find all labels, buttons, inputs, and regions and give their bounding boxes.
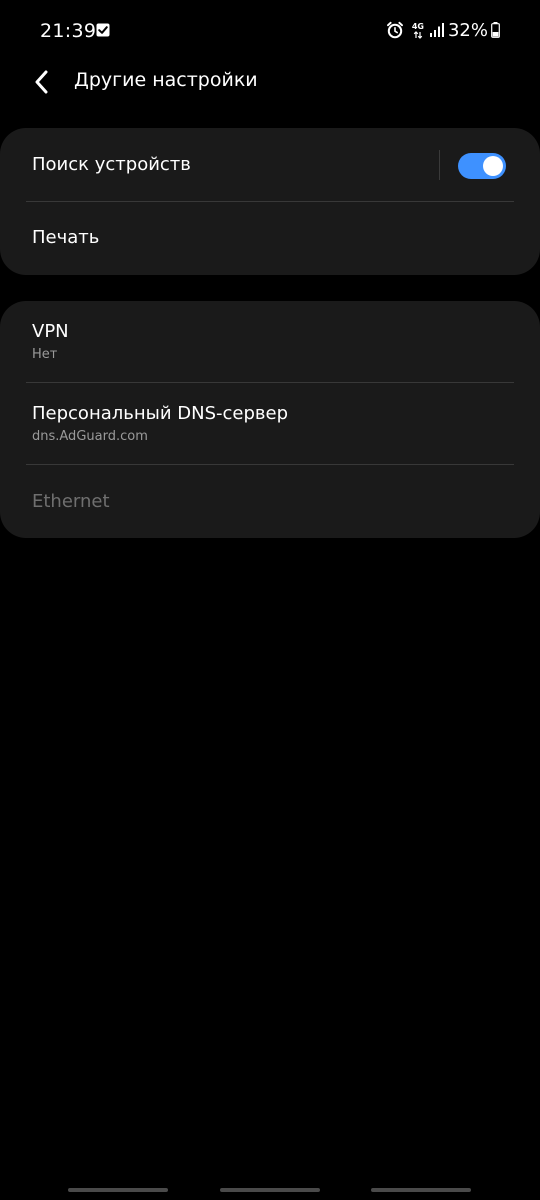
chevron-left-icon <box>35 70 48 94</box>
setting-printing[interactable]: Печать <box>0 202 540 275</box>
data-arrows-icon <box>413 30 423 39</box>
checkbox-notification-icon <box>96 23 110 37</box>
battery-icon <box>491 22 500 38</box>
status-bar: 21:39 4G 32% <box>0 0 540 60</box>
toggle-separator <box>439 150 440 180</box>
settings-group-connections: Поиск устройств Печать <box>0 128 540 275</box>
app-header: Другие настройки <box>0 56 540 108</box>
setting-device-search[interactable]: Поиск устройств <box>0 128 540 202</box>
setting-device-search-title: Поиск устройств <box>32 154 191 175</box>
signal-icon <box>429 23 444 37</box>
nav-recents-button[interactable] <box>68 1188 168 1192</box>
setting-ethernet-title: Ethernet <box>32 491 110 512</box>
setting-vpn[interactable]: VPN Нет <box>0 301 540 383</box>
navigation-bar <box>0 1180 540 1200</box>
device-search-toggle[interactable] <box>458 153 506 179</box>
alarm-icon <box>386 21 403 39</box>
network-type-label: 4G <box>411 21 424 31</box>
setting-private-dns[interactable]: Персональный DNS-сервер dns.AdGuard.com <box>0 383 540 465</box>
setting-vpn-title: VPN <box>32 321 69 342</box>
status-time: 21:39 <box>40 20 97 42</box>
back-button[interactable] <box>26 66 58 98</box>
settings-group-network: VPN Нет Персональный DNS-сервер dns.AdGu… <box>0 301 540 538</box>
toggle-knob <box>483 156 503 176</box>
network-type: 4G <box>412 22 424 39</box>
setting-private-dns-subtitle: dns.AdGuard.com <box>32 429 148 444</box>
setting-private-dns-title: Персональный DNS-сервер <box>32 403 289 424</box>
setting-printing-title: Печать <box>32 227 100 248</box>
nav-back-button[interactable] <box>371 1188 471 1192</box>
page-title: Другие настройки <box>74 69 258 91</box>
status-icons: 4G 32% <box>386 18 500 42</box>
nav-home-button[interactable] <box>220 1188 320 1192</box>
battery-level: 32% <box>447 19 488 41</box>
setting-ethernet: Ethernet <box>0 465 540 538</box>
setting-vpn-subtitle: Нет <box>32 347 58 362</box>
